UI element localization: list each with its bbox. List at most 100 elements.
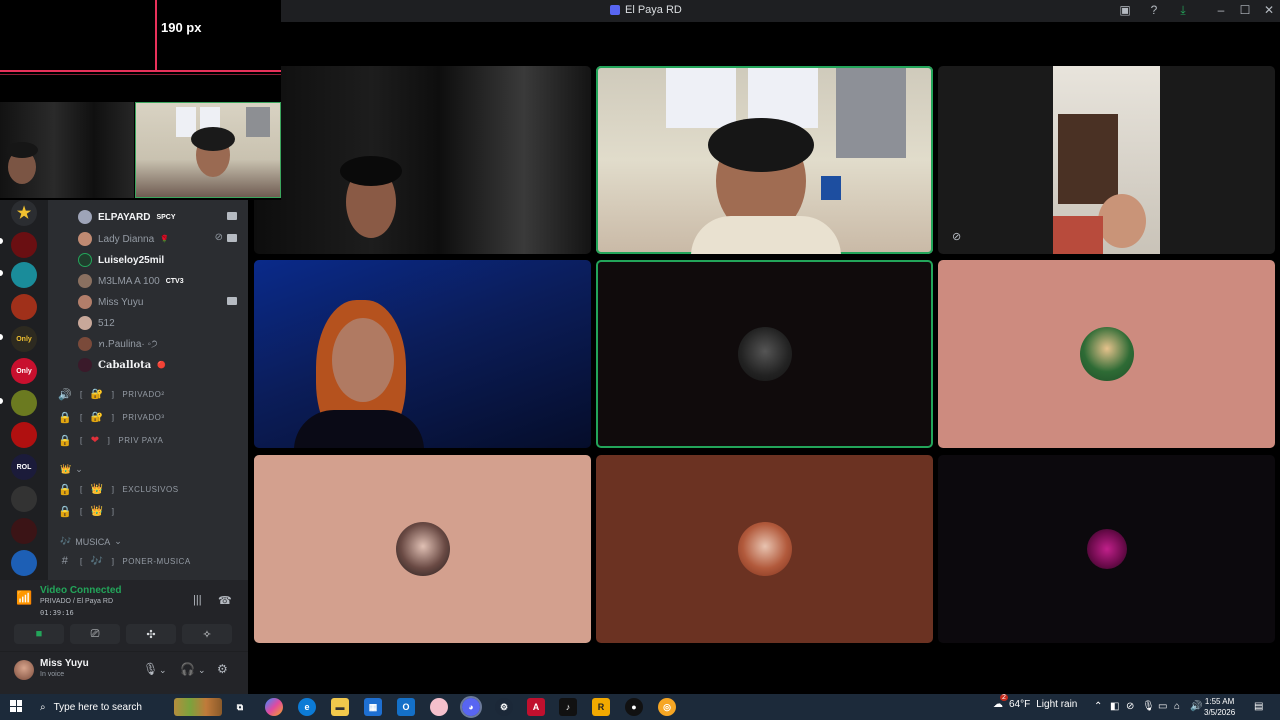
video-tile-speaking[interactable] [596,66,933,254]
steam-icon[interactable]: ⚙ [495,698,513,716]
headphones-icon[interactable]: 🎧 [180,662,195,676]
member-name: Luiseloy25mil [98,254,165,266]
file-explorer-icon[interactable]: ▬ [331,698,349,716]
video-tile[interactable] [596,455,933,643]
adobe-icon[interactable]: A [527,698,545,716]
tiktok-icon[interactable]: ♪ [559,698,577,716]
server-only[interactable]: Only [11,326,37,352]
weather-widget[interactable]: ☁ 2 64°F Light rain [993,694,1077,710]
video-tile[interactable] [938,260,1275,448]
voice-member[interactable]: ꪀ.Paulina· ◦੭ [78,335,243,353]
chevron-down-icon[interactable]: ⌄ [198,665,206,676]
window-title-text: El Paya RD [625,4,682,16]
tray-icon[interactable]: ⊘ [1126,701,1134,712]
task-view-icon[interactable]: ⧉ [231,698,249,716]
chevron-up-icon[interactable]: ⌃ [1094,701,1102,712]
channel-name: PRIVADO³ [122,412,165,422]
video-tile[interactable] [254,260,591,448]
voice-member[interactable]: Lady Dianna 🌹 ⊘ [78,230,243,248]
noise-suppression-icon[interactable]: ||| [193,594,202,606]
video-tile[interactable]: ⊘ [938,66,1275,254]
category-musica[interactable]: 🎶 MUSICA ⌄ [60,536,122,547]
server-blue[interactable] [11,550,37,576]
server-maroon[interactable] [11,518,37,544]
chevron-down-icon[interactable]: ⌄ [159,665,167,676]
camera-button[interactable]: ■ [14,624,64,644]
server-only-red[interactable]: Only [11,358,37,384]
channel-name: PONER-MUSICA [122,556,191,566]
voice-member[interactable]: ELPAYARD SPCY [78,208,243,226]
voice-member[interactable]: Caballota 🔴 [78,356,243,374]
microphone-icon[interactable]: 🎙 [143,662,158,676]
maximize-button[interactable]: ☐ [1237,3,1253,17]
network-icon[interactable]: ⌂ [1174,701,1180,712]
video-tile[interactable] [938,455,1275,643]
lock-icon: 🔒 [58,505,73,518]
voice-member[interactable]: Luiseloy25mil [78,251,243,269]
lock-icon: 🔒 [58,411,73,424]
server-unread-pill [0,238,3,244]
voice-member[interactable]: 512 [78,314,243,332]
app-pink-icon[interactable] [430,698,448,716]
voice-member[interactable]: Miss Yuyu [78,293,243,311]
member-name: Lady Dianna [98,233,155,245]
roblox-icon[interactable]: R [592,698,610,716]
server-red[interactable] [11,232,37,258]
measure-line-vertical [155,0,157,70]
disconnect-icon[interactable]: ☎ [218,594,232,607]
inbox-icon[interactable]: ▣ [1117,3,1133,17]
server-rol[interactable]: ROL [11,454,37,480]
activities-button[interactable]: ✣ [126,624,176,644]
gear-icon[interactable]: ⚙ [217,662,228,676]
video-tile-speaking[interactable] [596,260,933,448]
chrome-icon[interactable]: ◎ [658,698,676,716]
discord-icon[interactable]: ◕ [460,696,482,718]
edge-icon[interactable]: e [298,698,316,716]
server-list: ★ Only Only ROL [0,200,48,580]
user-name: Miss Yuyu [40,658,89,669]
channel-priv-paya[interactable]: 🔒 [❤] PRIV PAYA [58,431,243,449]
channel-crown[interactable]: 🔒 [👑] [58,502,243,520]
notification-icon[interactable]: ▤ [1254,701,1263,712]
member-avatar [78,337,92,351]
video-tile[interactable] [254,455,591,643]
server-teal[interactable] [11,262,37,288]
clock[interactable]: 1:55 AM 3/5/2026 [1204,696,1235,718]
muted-mic-icon: ⊘ [952,231,962,243]
category-crown[interactable]: 👑 ⌄ [60,464,83,475]
channel-privado-3[interactable]: 🔒 [🔐] PRIVADO³ [58,408,243,426]
close-button[interactable]: ✕ [1261,3,1277,17]
channel-privado-2[interactable]: 🔊 [🔐] PRIVADO² [58,385,243,403]
minimize-button[interactable]: – [1213,3,1229,17]
signal-icon[interactable]: 📶 [16,590,32,606]
server-dark[interactable] [11,486,37,512]
tray-icon[interactable]: ▭ [1158,701,1167,712]
measure-line-horizontal [0,70,281,72]
channel-exclusivos[interactable]: 🔒 [👑] EXCLUSIVOS [58,480,243,498]
opera-icon[interactable]: ● [625,698,643,716]
lock-icon: 🔒 [58,434,73,447]
server-eterna[interactable] [11,422,37,448]
download-icon[interactable]: ⤓ [1175,3,1191,18]
avatar[interactable] [14,660,34,680]
server-latino[interactable] [11,390,37,416]
voice-member[interactable]: M3LMA A 100 CTV3 [78,272,243,290]
outlook-icon[interactable]: O [397,698,415,716]
channel-emoji: 👑 [90,505,104,517]
tray-icon[interactable]: ◧ [1110,701,1119,712]
server-star[interactable]: ★ [11,200,37,226]
server-fire[interactable] [11,294,37,320]
microphone-icon[interactable]: 🎙 [1142,701,1155,712]
soundboard-button[interactable]: ✧ [182,624,232,644]
channel-poner-musica[interactable]: # [🎶] PONER-MUSICA [58,552,243,570]
volume-icon[interactable]: 🔊 [1190,701,1202,712]
windows-start-icon[interactable] [10,700,22,712]
voice-location[interactable]: PRIVADO / El Paya RD [40,598,113,605]
help-icon[interactable]: ? [1146,3,1162,17]
video-tile[interactable] [254,66,591,254]
category-label: MUSICA [75,536,111,547]
weather-icon: ☁ 2 [993,694,1008,710]
store-icon[interactable]: ▦ [364,698,382,716]
copilot-icon[interactable] [265,698,283,716]
screen-share-button[interactable]: ⎚ [70,624,120,644]
